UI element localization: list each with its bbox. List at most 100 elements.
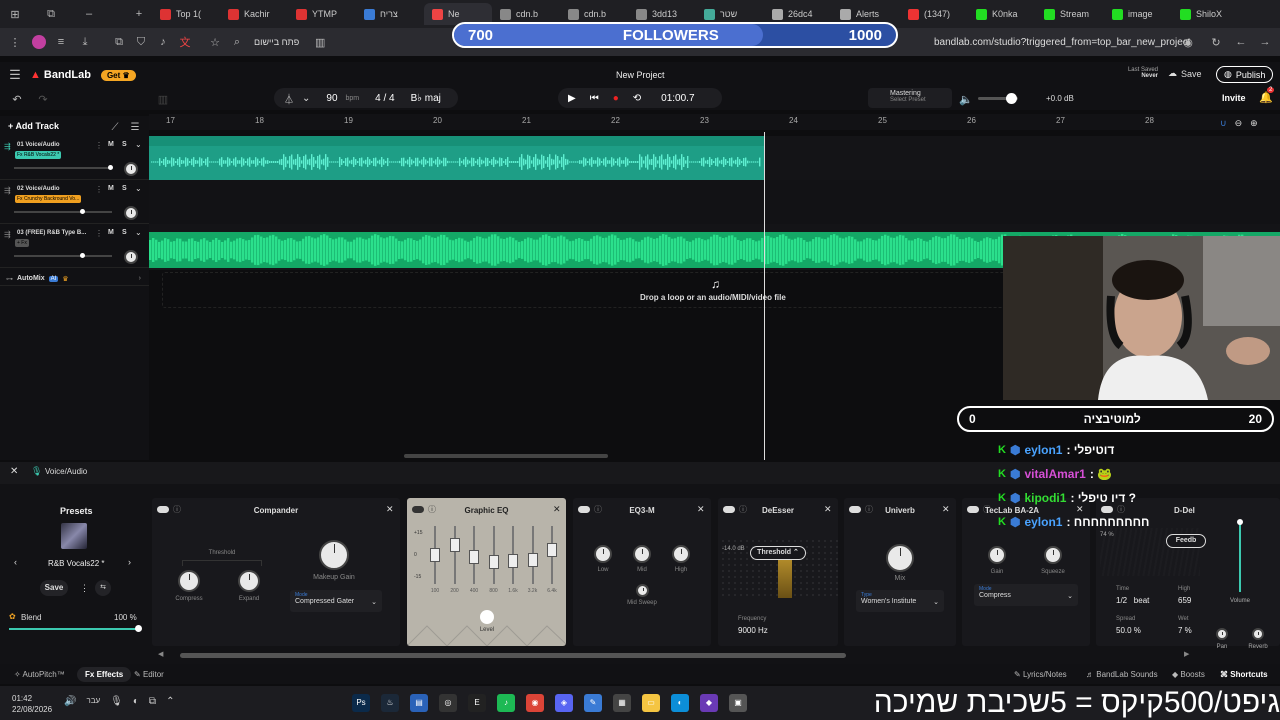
lyrics-tab[interactable]: ✎ Lyrics/Notes — [1014, 670, 1067, 679]
track-volume-slider[interactable] — [14, 211, 112, 213]
feedback-button[interactable]: Feedb — [1166, 534, 1206, 548]
autopitch-tab[interactable]: ✧ AutoPitch™ — [14, 670, 65, 679]
wet-value[interactable]: 7 % — [1178, 626, 1192, 635]
geq-band-handle[interactable] — [430, 548, 440, 562]
track-volume-handle[interactable] — [80, 209, 85, 214]
magnet-icon[interactable]: ∪ — [1220, 118, 1227, 129]
translate-icon[interactable]: 文 — [176, 33, 194, 51]
photoshop-icon[interactable]: Ps — [352, 694, 370, 712]
browser-tab[interactable]: Stream — [1036, 3, 1104, 25]
extensions-icon[interactable]: ⧉ — [110, 33, 128, 51]
notepad-icon[interactable]: ▤ — [410, 694, 428, 712]
download-icon[interactable]: ⤓ — [76, 33, 94, 51]
chevron-right-icon[interactable]: › — [139, 275, 141, 282]
track-header-1[interactable]: ⇶ 01 Voice/Audio Fx R&B Vocals22 * ⋮ M S ⌄ — [0, 136, 149, 180]
track-more-icon[interactable]: ⋮ — [95, 185, 103, 194]
list-settings-icon[interactable]: ☰ — [126, 118, 144, 136]
mute-button[interactable]: M — [108, 141, 114, 148]
close-icon[interactable]: ✕ — [1076, 504, 1084, 515]
close-icon[interactable]: ✕ — [824, 504, 832, 515]
browser-tab[interactable]: (1347) — [900, 3, 968, 25]
preset-name[interactable]: R&B Vocals22 * — [48, 559, 104, 568]
effects-tab[interactable]: Fx Effects — [77, 667, 132, 682]
browser-tab[interactable]: YTMP — [288, 3, 356, 25]
reader-icon[interactable]: ▥ — [311, 33, 329, 51]
gain-knob[interactable] — [988, 546, 1006, 564]
tray-chevron-icon[interactable]: ⌃ — [166, 696, 174, 707]
track-volume-handle[interactable] — [108, 165, 113, 170]
calculator-icon[interactable]: ▣ — [729, 694, 747, 712]
bookmark-star-icon[interactable]: ☆ — [206, 33, 224, 51]
mastering-button[interactable]: Mastering Select Preset — [868, 88, 952, 108]
volume-fader-handle[interactable] — [1237, 519, 1243, 525]
volume-knob-handle[interactable] — [1006, 93, 1017, 104]
geq-band-handle[interactable] — [527, 553, 538, 567]
track-header-3[interactable]: ⇶ 03 (FREE) R&B Type B... + Fx ⋮ M S ⌄ — [0, 224, 149, 268]
metronome-icon[interactable]: ⏃ — [284, 91, 294, 106]
compander-mode-dropdown[interactable]: Mode Compressed Gater ⌄ — [290, 590, 382, 612]
history-icon[interactable]: ≡ — [52, 33, 70, 51]
lang-indicator[interactable]: עבר — [86, 696, 100, 707]
chevron-down-icon[interactable]: ⌄ — [135, 184, 142, 193]
close-icon[interactable]: ✕ — [386, 504, 394, 515]
track-name[interactable]: 02 Voice/Audio — [17, 186, 60, 192]
track-more-icon[interactable]: ⋮ — [95, 141, 103, 150]
undo-icon[interactable]: ↶ — [8, 90, 26, 108]
discord-icon[interactable]: ◈ — [555, 694, 573, 712]
obs-icon[interactable]: ◎ — [439, 694, 457, 712]
preset-next-icon[interactable]: › — [128, 557, 131, 567]
wifi-icon[interactable]: ◐ — [133, 696, 139, 707]
bpm-value[interactable]: 90 — [326, 93, 337, 104]
profile-icon[interactable] — [30, 33, 48, 51]
compress-knob[interactable] — [178, 570, 200, 592]
mix-knob[interactable] — [886, 544, 914, 572]
deesser-band[interactable] — [778, 560, 792, 598]
rack-scrollbar[interactable] — [180, 653, 846, 658]
threshold-dropdown[interactable]: Threshold ⌃ — [750, 546, 806, 560]
edge-icon[interactable]: ◐ — [671, 694, 689, 712]
blend-slider[interactable] — [9, 625, 142, 632]
preset-prev-icon[interactable]: ‹ — [14, 557, 17, 567]
editor-tab[interactable]: ✎ Editor — [134, 670, 164, 679]
redo-icon[interactable]: ↷ — [34, 90, 52, 108]
playhead[interactable] — [764, 132, 765, 460]
track-more-icon[interactable]: ⋮ — [95, 229, 103, 238]
solo-button[interactable]: S — [122, 229, 127, 236]
timeline-ruler[interactable]: 17 18 19 20 21 22 23 24 25 26 27 28 — [149, 114, 1280, 130]
track-volume-slider[interactable] — [14, 167, 112, 169]
track-pan-knob[interactable] — [124, 250, 138, 264]
track-volume-handle[interactable] — [80, 253, 85, 258]
preset-save-button[interactable]: Save — [40, 580, 68, 596]
taskbar-clock[interactable]: 01:42 22/08/2026 — [12, 693, 52, 715]
hamburger-icon[interactable]: ☰ — [6, 66, 24, 84]
record-icon[interactable]: ● — [613, 93, 619, 104]
key-value[interactable]: B♭ maj — [411, 93, 441, 104]
browser-tab[interactable]: צריח — [356, 3, 424, 25]
track-fx-chip[interactable]: Fx R&B Vocals22 * — [15, 151, 62, 159]
high-value[interactable]: 659 — [1178, 596, 1191, 605]
skip-back-icon[interactable]: ⏮ — [590, 93, 599, 104]
time-value[interactable]: 1/2 beat — [1116, 596, 1149, 605]
makeup-gain-knob[interactable] — [319, 540, 349, 570]
time-signature[interactable]: 4 / 4 — [375, 93, 394, 104]
track-pan-knob[interactable] — [124, 162, 138, 176]
account-icon[interactable]: ◉ — [1179, 33, 1197, 51]
track-lane-2[interactable] — [149, 180, 1280, 224]
chevron-down-icon[interactable]: ⌄ — [302, 93, 310, 104]
info-icon[interactable]: ⓘ — [1117, 504, 1125, 515]
notification-bell-icon[interactable]: 🔔 2 — [1259, 87, 1275, 104]
sounds-tab[interactable]: ♬ BandLab Sounds — [1086, 670, 1158, 679]
epic-icon[interactable]: E — [468, 694, 486, 712]
browser-menu-icon[interactable]: ⊞ — [6, 5, 24, 23]
mid-sweep-knob[interactable] — [636, 584, 649, 597]
browser-tab[interactable]: ShiloX — [1172, 3, 1240, 25]
speaker-icon[interactable]: 🔈 — [957, 90, 975, 108]
boosts-tab[interactable]: ◆ Boosts — [1172, 670, 1205, 679]
track-pan-knob[interactable] — [124, 206, 138, 220]
chevron-down-icon[interactable]: ⌄ — [135, 140, 142, 149]
get-button[interactable]: Get ♛ — [100, 69, 136, 81]
grid-icon[interactable]: ▥ — [154, 90, 172, 108]
add-track-button[interactable]: + Add Track — [8, 121, 59, 131]
steam-icon[interactable]: ♨ — [381, 694, 399, 712]
track-volume-slider[interactable] — [14, 255, 112, 257]
